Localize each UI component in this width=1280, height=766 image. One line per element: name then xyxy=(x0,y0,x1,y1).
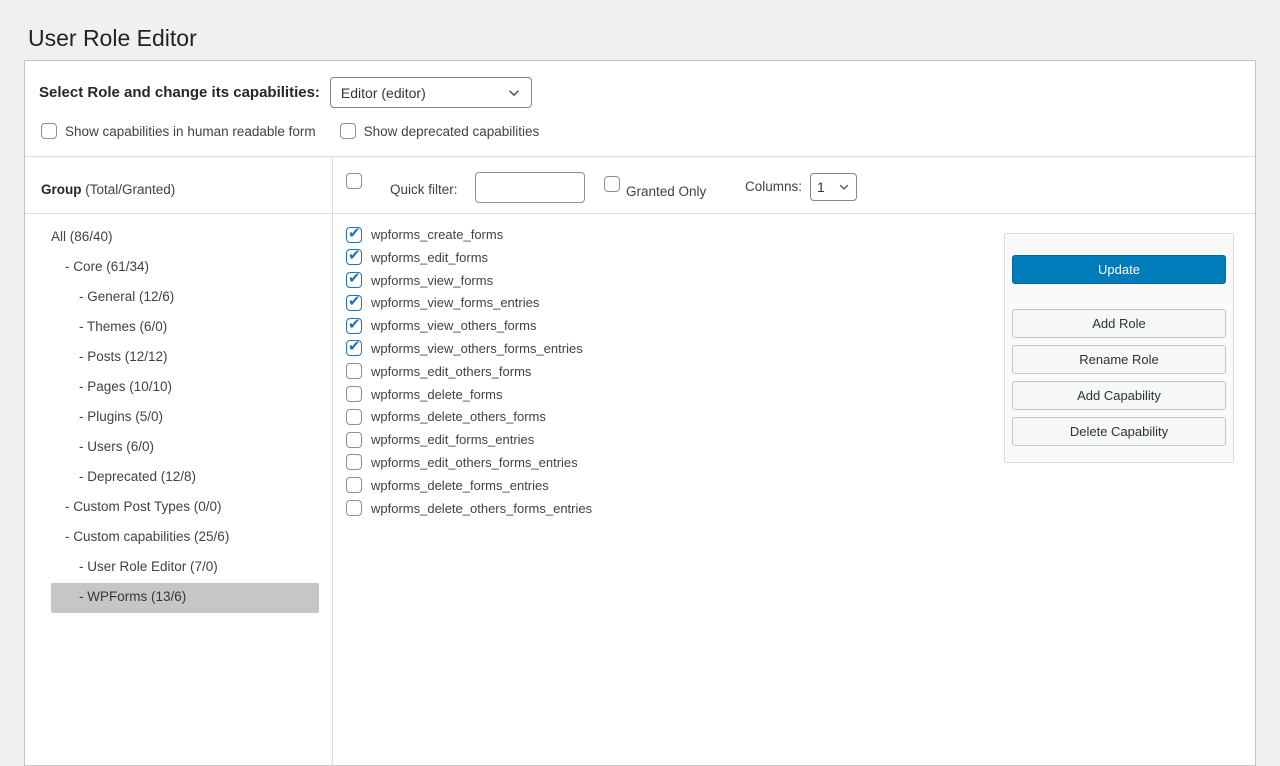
human-readable-label: Show capabilities in human readable form xyxy=(65,124,316,139)
chevron-down-icon xyxy=(507,86,521,100)
group-item[interactable]: - User Role Editor (7/0) xyxy=(51,553,319,583)
capability-label: wpforms_edit_forms_entries xyxy=(371,431,534,448)
capability-checkbox[interactable] xyxy=(346,295,362,311)
quick-filter-input[interactable] xyxy=(475,172,585,203)
capability-row[interactable]: wpforms_view_forms xyxy=(346,272,592,289)
group-item[interactable]: - Deprecated (12/8) xyxy=(51,463,319,493)
secondary-buttons: Add Role Rename Role Add Capability Delete … xyxy=(1005,309,1233,446)
group-item[interactable]: - Custom capabilities (25/6) xyxy=(51,523,319,553)
capability-checkbox[interactable] xyxy=(346,454,362,470)
group-item[interactable]: - Users (6/0) xyxy=(51,433,319,463)
update-button[interactable]: Update xyxy=(1012,255,1226,284)
vertical-divider xyxy=(332,156,333,765)
capability-label: wpforms_edit_others_forms xyxy=(371,363,531,380)
capability-label: wpforms_view_others_forms_entries xyxy=(371,340,583,357)
columns-select[interactable]: 1 xyxy=(810,173,857,201)
chevron-down-icon xyxy=(838,181,850,193)
filter-bar: Quick filter: Granted Only Columns: 1 xyxy=(346,166,1245,208)
capability-checkbox[interactable] xyxy=(346,409,362,425)
group-header-rest: (Total/Granted) xyxy=(82,182,176,197)
capability-checkbox[interactable] xyxy=(346,272,362,288)
capability-row[interactable]: wpforms_edit_others_forms_entries xyxy=(346,454,592,471)
group-item[interactable]: - Core (61/34) xyxy=(51,253,319,283)
deprecated-label: Show deprecated capabilities xyxy=(364,124,540,139)
columns-label: Columns: xyxy=(745,179,802,194)
capability-label: wpforms_view_forms_entries xyxy=(371,294,539,311)
divider xyxy=(25,156,1255,157)
rename-role-button[interactable]: Rename Role xyxy=(1012,345,1226,374)
group-item[interactable]: - Themes (6/0) xyxy=(51,313,319,343)
capability-checkbox[interactable] xyxy=(346,227,362,243)
capability-label: wpforms_edit_others_forms_entries xyxy=(371,454,578,471)
capability-checkbox[interactable] xyxy=(346,363,362,379)
capability-row[interactable]: wpforms_view_others_forms_entries xyxy=(346,340,592,357)
delete-capability-button[interactable]: Delete Capability xyxy=(1012,417,1226,446)
capability-row[interactable]: wpforms_delete_forms_entries xyxy=(346,477,592,494)
role-select-value: Editor (editor) xyxy=(341,85,426,101)
group-list: All (86/40)- Core (61/34)- General (12/6… xyxy=(25,223,332,613)
capability-checkbox[interactable] xyxy=(346,386,362,402)
capability-label: wpforms_edit_forms xyxy=(371,249,488,266)
group-item[interactable]: - WPForms (13/6) xyxy=(51,583,319,613)
group-item[interactable]: - General (12/6) xyxy=(51,283,319,313)
granted-only-checkbox[interactable] xyxy=(604,176,620,192)
capability-label: wpforms_create_forms xyxy=(371,226,503,243)
human-readable-checkbox[interactable] xyxy=(41,123,57,139)
role-selector-label: Select Role and change its capabilities: xyxy=(39,84,320,101)
capability-row[interactable]: wpforms_edit_forms xyxy=(346,249,592,266)
capability-label: wpforms_delete_others_forms xyxy=(371,408,546,425)
capability-row[interactable]: wpforms_delete_others_forms_entries xyxy=(346,500,592,517)
group-item[interactable]: All (86/40) xyxy=(51,223,319,253)
group-header-bold: Group xyxy=(41,182,82,197)
capability-row[interactable]: wpforms_edit_forms_entries xyxy=(346,431,592,448)
capability-checkbox[interactable] xyxy=(346,477,362,493)
capability-row[interactable]: wpforms_create_forms xyxy=(346,226,592,243)
group-item[interactable]: - Plugins (5/0) xyxy=(51,403,319,433)
options-row: Show capabilities in human readable form… xyxy=(41,123,563,139)
capability-checkbox[interactable] xyxy=(346,500,362,516)
quick-filter-label: Quick filter: xyxy=(390,182,458,197)
page-title: User Role Editor xyxy=(28,24,197,54)
capability-checkbox[interactable] xyxy=(346,249,362,265)
capability-list: wpforms_create_forms wpforms_edit_formswp… xyxy=(346,226,592,522)
capability-label: wpforms_view_forms xyxy=(371,272,493,289)
deprecated-checkbox[interactable] xyxy=(340,123,356,139)
group-header: Group (Total/Granted) xyxy=(41,182,175,197)
capability-row[interactable]: wpforms_delete_forms xyxy=(346,386,592,403)
capability-row[interactable]: wpforms_delete_others_forms xyxy=(346,408,592,425)
role-select[interactable]: Editor (editor) xyxy=(330,77,532,108)
capability-checkbox[interactable] xyxy=(346,432,362,448)
role-selector-row: Select Role and change its capabilities:… xyxy=(39,77,532,108)
add-capability-button[interactable]: Add Capability xyxy=(1012,381,1226,410)
deprecated-option[interactable]: Show deprecated capabilities xyxy=(340,123,540,139)
granted-only-label: Granted Only xyxy=(626,184,706,199)
group-item[interactable]: - Pages (10/10) xyxy=(51,373,319,403)
capability-checkbox[interactable] xyxy=(346,318,362,334)
capability-row[interactable]: wpforms_edit_others_forms xyxy=(346,363,592,380)
divider xyxy=(25,213,1255,214)
capability-row[interactable]: wpforms_view_forms_entries xyxy=(346,294,592,311)
group-item[interactable]: - Posts (12/12) xyxy=(51,343,319,373)
user-role-editor-panel: Select Role and change its capabilities:… xyxy=(24,60,1256,766)
columns-select-value: 1 xyxy=(817,179,825,195)
add-role-button[interactable]: Add Role xyxy=(1012,309,1226,338)
actions-box: Update Add Role Rename Role Add Capability… xyxy=(1004,233,1234,463)
capability-checkbox[interactable] xyxy=(346,340,362,356)
capability-label: wpforms_delete_forms_entries xyxy=(371,477,549,494)
capability-label: wpforms_delete_forms xyxy=(371,386,503,403)
group-item[interactable]: - Custom Post Types (0/0) xyxy=(51,493,319,523)
capability-label: wpforms_delete_others_forms_entries xyxy=(371,500,592,517)
human-readable-option[interactable]: Show capabilities in human readable form xyxy=(41,123,316,139)
select-all-checkbox[interactable] xyxy=(346,173,362,189)
capability-row[interactable]: wpforms_view_others_forms xyxy=(346,317,592,334)
capability-label: wpforms_view_others_forms xyxy=(371,317,536,334)
